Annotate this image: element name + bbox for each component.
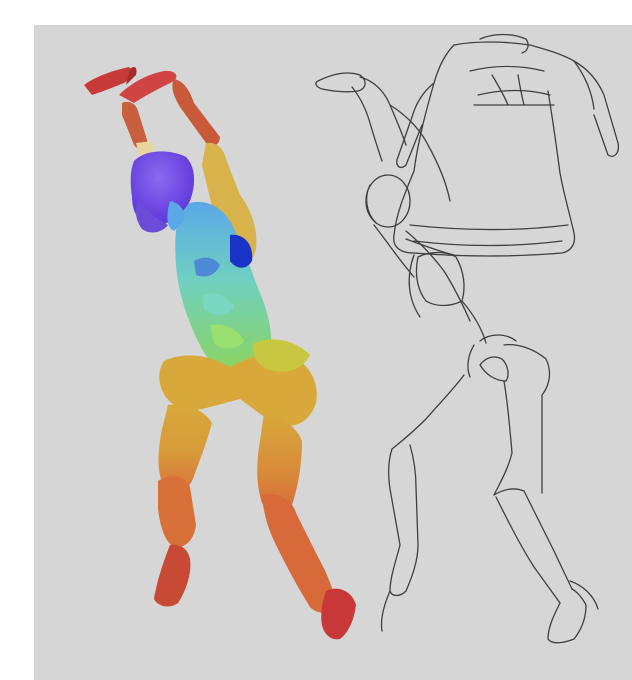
artwork-page: [0, 0, 632, 680]
figure-artwork: [84, 33, 620, 644]
painted-figure: [84, 67, 356, 640]
painted-hands: [84, 67, 177, 103]
drawing-canvas: [34, 25, 632, 680]
line-sketch: [315, 33, 620, 644]
painted-legs: [154, 404, 356, 640]
